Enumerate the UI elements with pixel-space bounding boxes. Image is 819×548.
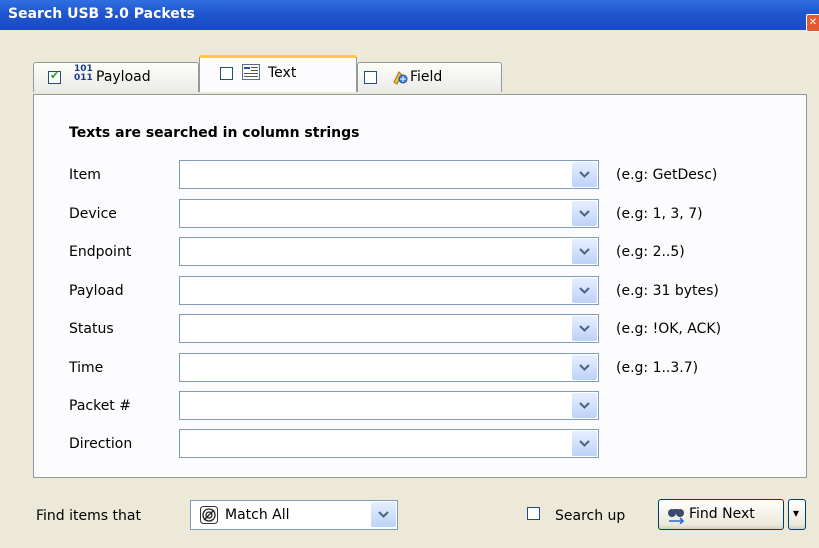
endpoint-dropdown-button[interactable]: [572, 239, 597, 264]
text-field-icon: [242, 64, 260, 84]
tab-text[interactable]: Text: [199, 55, 357, 92]
packet-number-label: Packet #: [69, 398, 131, 414]
tab-field-checkbox[interactable]: [364, 71, 377, 84]
dropdown-arrow-icon: ▾: [793, 506, 800, 520]
device-dropdown-button[interactable]: [572, 201, 597, 226]
tab-text-checkbox[interactable]: [220, 67, 233, 80]
field-icon: [390, 68, 410, 90]
packet-number-dropdown-button[interactable]: [572, 393, 597, 418]
status-combobox[interactable]: [179, 314, 599, 343]
chevron-down-icon: [579, 364, 590, 371]
chevron-down-icon: [579, 210, 590, 217]
chevron-down-icon: [579, 402, 590, 409]
text-tab-heading: Texts are searched in column strings: [69, 125, 360, 141]
direction-label: Direction: [69, 436, 133, 452]
chevron-down-icon: [579, 325, 590, 332]
tab-text-label: Text: [268, 65, 297, 81]
tab-field[interactable]: Field: [357, 62, 502, 92]
direction-combobox[interactable]: [179, 429, 599, 458]
item-label: Item: [69, 167, 101, 183]
time-label: Time: [69, 360, 104, 376]
chevron-down-icon: [579, 287, 590, 294]
find-options-button[interactable]: ▾: [788, 499, 806, 530]
payload-example: (e.g: 31 bytes): [616, 283, 719, 299]
payload-label: Payload: [69, 283, 124, 299]
direction-dropdown-button[interactable]: [572, 431, 597, 456]
tab-payload-label: Payload: [96, 69, 151, 85]
time-example: (e.g: 1..3.7): [616, 360, 699, 376]
find-next-label: Find Next: [689, 506, 755, 522]
time-combobox[interactable]: [179, 353, 599, 382]
time-dropdown-button[interactable]: [572, 355, 597, 380]
tab-payload[interactable]: ✔ 101 011 Payload: [33, 62, 199, 92]
tab-field-label: Field: [410, 69, 443, 85]
chevron-down-icon: [579, 171, 590, 178]
status-example: (e.g: !OK, ACK): [616, 321, 722, 337]
close-button[interactable]: ✕: [806, 14, 819, 32]
binary-icon: 101 011: [74, 65, 93, 83]
match-all-icon: [200, 506, 218, 528]
chevron-down-icon: [378, 511, 389, 518]
item-example: (e.g: GetDesc): [616, 167, 718, 183]
title-bar[interactable]: Search USB 3.0 Packets ✕: [0, 0, 819, 32]
device-example: (e.g: 1, 3, 7): [616, 206, 703, 222]
endpoint-example: (e.g: 2..5): [616, 244, 685, 260]
device-combobox[interactable]: [179, 199, 599, 228]
chevron-down-icon: [579, 248, 590, 255]
device-label: Device: [69, 206, 117, 222]
search-up-label: Search up: [555, 508, 626, 524]
close-icon: ✕: [808, 17, 818, 28]
payload-combobox[interactable]: [179, 276, 599, 305]
binary-icon-bottom: 011: [74, 73, 93, 83]
item-combobox[interactable]: [179, 160, 599, 189]
packet-number-combobox[interactable]: [179, 391, 599, 420]
match-mode-value: Match All: [225, 507, 290, 523]
item-dropdown-button[interactable]: [572, 162, 597, 187]
endpoint-label: Endpoint: [69, 244, 132, 260]
find-items-label: Find items that: [36, 508, 141, 524]
checkmark-icon: ✔: [50, 69, 60, 82]
status-label: Status: [69, 321, 114, 337]
binoculars-icon: [667, 506, 687, 528]
match-mode-dropdown-button[interactable]: [371, 502, 396, 527]
payload-dropdown-button[interactable]: [572, 278, 597, 303]
find-next-button[interactable]: Find Next: [658, 499, 784, 530]
match-mode-combobox[interactable]: Match All: [190, 500, 398, 530]
status-dropdown-button[interactable]: [572, 316, 597, 341]
tab-payload-checkbox[interactable]: ✔: [48, 69, 61, 84]
search-up-checkbox[interactable]: [527, 507, 540, 520]
window-title: Search USB 3.0 Packets: [8, 6, 195, 22]
chevron-down-icon: [579, 440, 590, 447]
endpoint-combobox[interactable]: [179, 237, 599, 266]
